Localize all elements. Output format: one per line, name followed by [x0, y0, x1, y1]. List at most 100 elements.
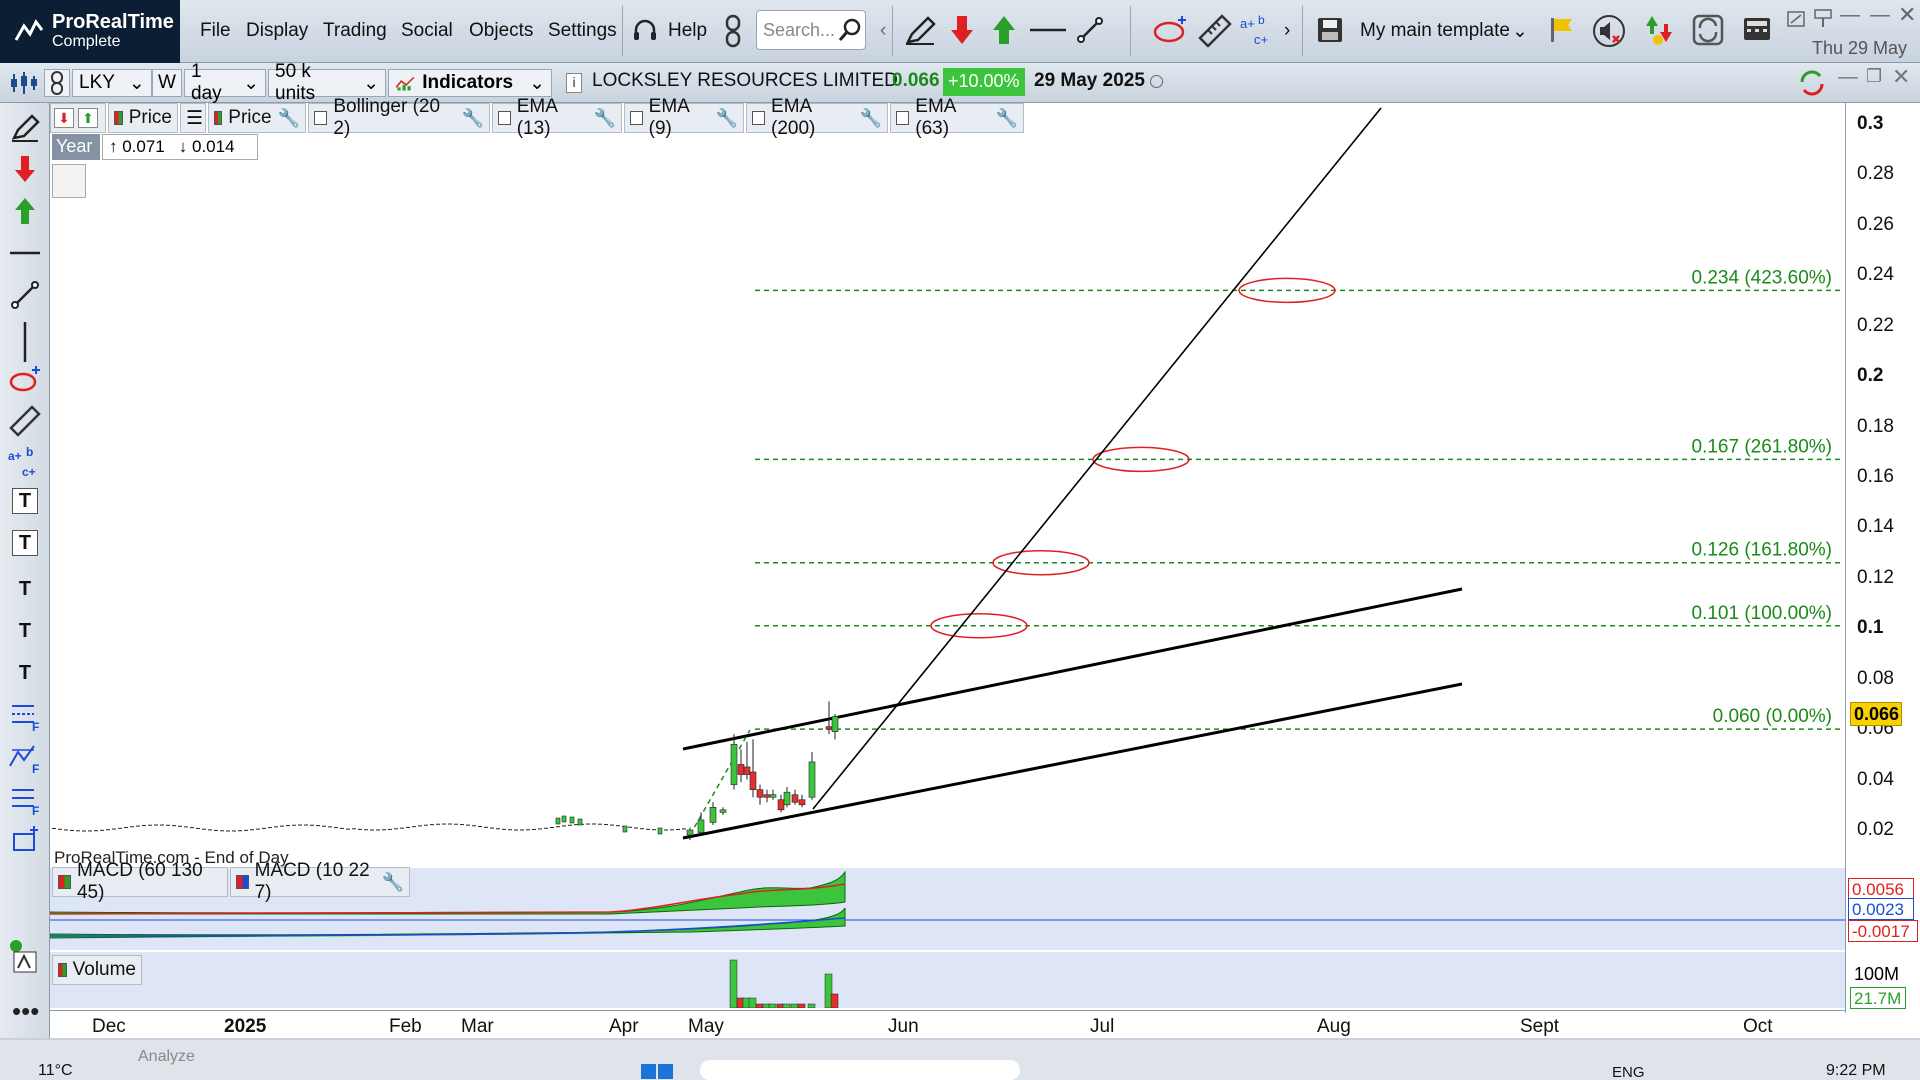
menu-social[interactable]: Social — [401, 20, 453, 42]
ellipse-tool-icon[interactable] — [1152, 14, 1190, 46]
fib-channel-tool-icon[interactable]: F — [8, 782, 42, 816]
text-tool-2-icon[interactable]: T — [12, 530, 38, 556]
checkbox[interactable] — [752, 111, 766, 125]
calculator-icon[interactable] — [1742, 14, 1772, 44]
text-tool-1-icon[interactable]: T — [12, 488, 38, 514]
text-tool-4-icon[interactable]: T — [8, 614, 42, 648]
text-tool-5-icon[interactable]: T — [8, 656, 42, 690]
taskbar-search[interactable] — [700, 1060, 1020, 1080]
overlay-ema63[interactable]: EMA (63) 🔧 — [890, 96, 1024, 139]
macd-fast-label[interactable]: MACD (10 22 7) 🔧 — [230, 860, 410, 903]
menu-trading[interactable]: Trading — [323, 20, 387, 42]
close-icon[interactable]: ✕ — [1898, 2, 1916, 28]
wrench-icon[interactable]: 🔧 — [462, 108, 484, 129]
overlay-ema200[interactable]: EMA (200) 🔧 — [746, 96, 888, 139]
wrench-icon[interactable]: 🔧 — [996, 108, 1018, 129]
chevron-down-icon[interactable]: ⌄ — [1512, 20, 1528, 43]
search-icon[interactable] — [838, 18, 862, 42]
panel-restore-icon[interactable]: ❐ — [1866, 66, 1882, 87]
fibonacci-icon[interactable]: a+ b c+ — [1240, 12, 1276, 48]
windows-start-icon[interactable] — [640, 1062, 674, 1080]
checkbox[interactable] — [896, 111, 910, 125]
volume-panel[interactable] — [50, 952, 1845, 1009]
chevron-right-icon[interactable]: › — [1284, 20, 1290, 42]
vertical-line-tool-icon[interactable] — [8, 320, 42, 364]
wrench-icon[interactable]: 🔧 — [860, 108, 882, 129]
trendline-tool-icon[interactable] — [8, 278, 42, 312]
text-tool-3-icon[interactable]: T — [8, 572, 42, 606]
fibonacci-tool-icon[interactable]: a+ b c+ — [8, 446, 42, 480]
panel-close-icon[interactable]: ✕ — [1892, 64, 1910, 90]
sound-off-icon[interactable] — [1592, 14, 1626, 48]
sell-arrow-tool-icon[interactable] — [8, 152, 42, 186]
headset-icon[interactable] — [632, 18, 658, 44]
alarm-tool-icon[interactable] — [8, 940, 42, 974]
macd-slow-label[interactable]: MACD (60 130 45) — [52, 860, 228, 903]
overlay-bollinger[interactable]: Bollinger (20 2) 🔧 — [308, 96, 490, 139]
ruler-tool-icon[interactable] — [8, 404, 42, 438]
wrench-icon[interactable]: 🔧 — [594, 108, 616, 129]
save-icon[interactable] — [1316, 16, 1344, 44]
checkbox[interactable] — [314, 111, 328, 125]
checkbox[interactable] — [498, 111, 511, 125]
calculator-mini-icon[interactable] — [52, 164, 86, 198]
link-icon[interactable] — [722, 14, 744, 48]
volume-label[interactable]: Volume — [52, 955, 142, 985]
candlestick-type-icon[interactable] — [8, 70, 38, 96]
ticker-select[interactable]: LKY ⌄ — [72, 69, 152, 97]
timeframe-select[interactable]: 1 day ⌄ — [184, 61, 266, 104]
maximize-icon[interactable]: — — [1870, 4, 1890, 27]
move-up-icon[interactable]: ⬆ — [78, 108, 98, 128]
horizontal-line-icon[interactable] — [1030, 28, 1066, 32]
checkbox[interactable] — [630, 111, 643, 125]
app-logo: ProRealTime Complete — [0, 0, 180, 63]
price-chart[interactable]: 0.234 (423.60%) 0.167 (261.80%) 0.126 (161… — [50, 103, 1845, 866]
trendline-icon[interactable] — [1076, 16, 1104, 44]
flag-icon[interactable] — [1548, 16, 1576, 44]
period-button[interactable]: W — [152, 69, 182, 97]
horizontal-line-tool-icon[interactable] — [8, 236, 42, 270]
overlay-price[interactable]: Price — [108, 103, 178, 133]
link-chain-button[interactable] — [44, 69, 70, 97]
menu-objects[interactable]: Objects — [469, 20, 533, 42]
ruler-icon[interactable] — [1198, 14, 1232, 48]
candle-small — [622, 825, 628, 833]
overlay-ema13[interactable]: EMA (13) 🔧 — [492, 96, 622, 139]
list-icon[interactable]: ☰ — [180, 103, 206, 133]
wrench-icon[interactable]: 🔧 — [716, 108, 738, 129]
time-axis[interactable] — [50, 1010, 1845, 1040]
wrench-icon[interactable]: 🔧 — [382, 872, 404, 893]
indicators-button[interactable]: Indicators ⌄ — [388, 69, 552, 97]
pencil-icon[interactable] — [904, 16, 936, 46]
fib-retracement-tool-icon[interactable]: F — [8, 740, 42, 774]
ellipse-tool-icon[interactable] — [8, 362, 42, 396]
info-icon[interactable]: i — [566, 73, 582, 93]
buy-arrow-icon[interactable] — [992, 14, 1016, 46]
chevron-left-icon[interactable]: ‹ — [880, 20, 886, 42]
units-select[interactable]: 50 k units ⌄ — [268, 61, 386, 104]
overlay-price-settings[interactable]: Price 🔧 — [208, 103, 306, 133]
menu-file[interactable]: File — [200, 20, 231, 42]
fib-fan-tool-icon[interactable]: F — [8, 698, 42, 732]
panel-minimize-icon[interactable]: — — [1838, 66, 1858, 89]
refresh-icon[interactable] — [1796, 68, 1828, 98]
more-tools-icon[interactable]: ••• — [12, 996, 39, 1027]
wrench-icon[interactable]: 🔧 — [278, 108, 300, 129]
analyze-tab[interactable]: Analyze — [138, 1048, 195, 1066]
pencil-tool-icon[interactable] — [8, 110, 42, 144]
sync-icon[interactable] — [1690, 12, 1726, 48]
pin-icon[interactable] — [1812, 8, 1834, 28]
rectangle-tool-icon[interactable] — [8, 824, 42, 858]
price-axis[interactable] — [1845, 103, 1920, 1013]
menu-settings[interactable]: Settings — [548, 20, 617, 42]
overlay-ema9[interactable]: EMA (9) 🔧 — [624, 96, 744, 139]
move-down-icon[interactable]: ⬇ — [54, 108, 74, 128]
sell-arrow-icon[interactable] — [950, 14, 974, 46]
minimize-icon[interactable]: — — [1840, 4, 1860, 27]
alerts-icon[interactable] — [1640, 12, 1676, 48]
fit-window-icon[interactable] — [1786, 10, 1806, 28]
buy-arrow-tool-icon[interactable] — [8, 194, 42, 228]
template-select[interactable]: My main template — [1360, 20, 1510, 42]
menu-help[interactable]: Help — [668, 20, 707, 42]
menu-display[interactable]: Display — [246, 20, 308, 42]
